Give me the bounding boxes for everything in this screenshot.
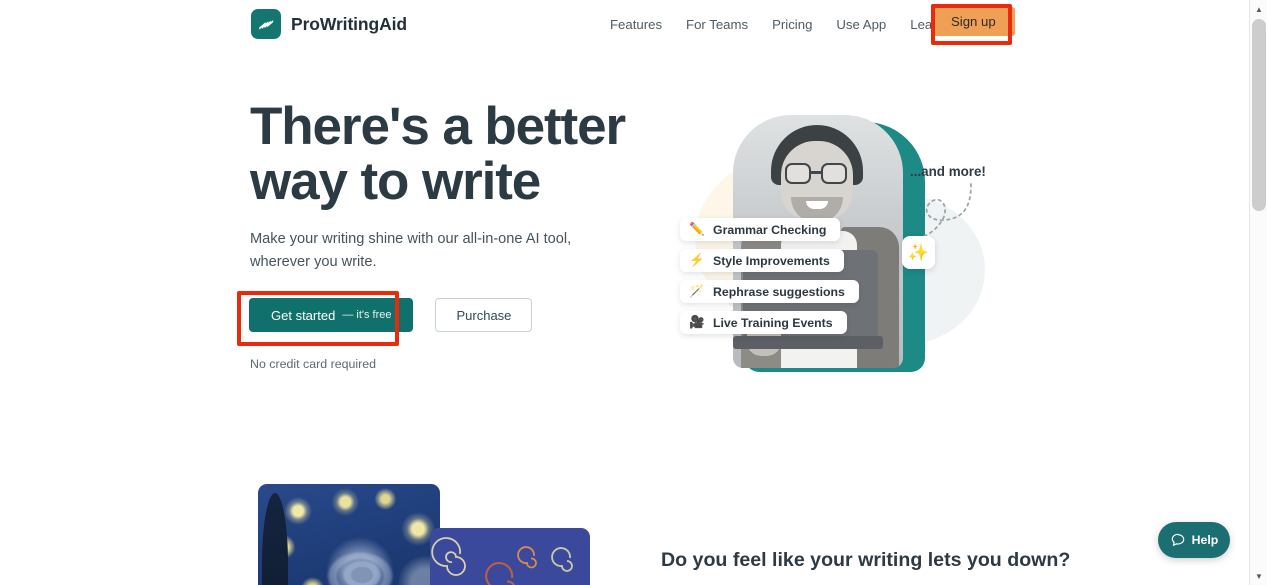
glasses-left-lens [785, 163, 811, 184]
signup-button[interactable]: Sign up [932, 7, 1015, 36]
lightning-icon: ⚡ [689, 253, 705, 267]
dotted-curl-arrow [912, 183, 972, 241]
brand-name: ProWritingAid [291, 13, 408, 34]
nav-item-pricing[interactable]: Pricing [760, 0, 824, 49]
nav-item-for-teams[interactable]: For Teams [674, 0, 760, 49]
signup-button-wrap: Sign up [932, 7, 1015, 36]
scrollbar-thumb[interactable] [1252, 19, 1266, 211]
browser-page: ProWritingAid Features For Teams Pricing… [0, 0, 1267, 585]
page-title: There's a better way to write [250, 97, 626, 212]
feature-pill-live-training-events: 🎥 Live Training Events [680, 311, 847, 334]
vertical-scrollbar[interactable]: ▲ ▼ [1249, 0, 1267, 585]
site-header: ProWritingAid Features For Teams Pricing… [0, 0, 1249, 49]
hero-illustration: ...and more! ✏️✨ ✏️ Grammar Checking ⚡ S… [655, 100, 1015, 375]
section-heading: Do you feel like your writing lets you d… [661, 549, 1071, 571]
feature-pill-label: Live Training Events [713, 315, 833, 330]
sparkle-icon: ✏️✨ [902, 236, 935, 269]
glasses-bridge [811, 171, 821, 174]
feature-pill-style-improvements: ⚡ Style Improvements [680, 249, 844, 272]
scroll-up-arrow-icon[interactable]: ▲ [1250, 0, 1267, 18]
hero-subtitle: Make your writing shine with our all-in-… [250, 231, 572, 271]
starry-night-card [258, 484, 440, 585]
laptop-base [733, 336, 883, 349]
starry-swirl [316, 541, 409, 585]
help-widget-button[interactable]: Help [1158, 522, 1230, 558]
help-label: Help [1191, 533, 1219, 547]
feature-pill-grammar-checking: ✏️ Grammar Checking [680, 218, 841, 241]
book-logo-icon [251, 9, 281, 39]
cta-row: Get started — it's free Purchase [249, 298, 533, 332]
and-more-label: ...and more! [910, 164, 986, 179]
cypress-tree [261, 493, 288, 585]
nav-item-use-app[interactable]: Use App [824, 0, 898, 49]
glasses-right-lens [821, 163, 847, 184]
nav-item-features[interactable]: Features [598, 0, 674, 49]
feature-pill-label: Rephrase suggestions [713, 284, 845, 299]
magic-wand-icon: 🪄 [689, 284, 705, 298]
feature-pill-label: Grammar Checking [713, 222, 827, 237]
get-started-label: Get started [271, 307, 336, 323]
pencil-icon: ✏️ [689, 222, 705, 236]
feature-pill-list: ✏️ Grammar Checking ⚡ Style Improvements… [680, 218, 859, 334]
no-credit-card-note: No credit card required [250, 357, 377, 371]
get-started-suffix: — it's free [342, 309, 392, 321]
feature-pill-rephrase-suggestions: 🪄 Rephrase suggestions [680, 280, 859, 303]
get-started-button[interactable]: Get started — it's free [249, 298, 414, 332]
swirl-pattern [431, 537, 573, 585]
purchase-button[interactable]: Purchase [435, 298, 533, 332]
page-viewport: ProWritingAid Features For Teams Pricing… [0, 0, 1249, 585]
brand-logo[interactable]: ProWritingAid [251, 9, 407, 39]
blue-swirl-card [430, 528, 590, 585]
chat-bubble-icon [1171, 533, 1184, 546]
video-camera-icon: 🎥 [689, 315, 705, 329]
feature-pill-label: Style Improvements [713, 253, 830, 268]
scroll-down-arrow-icon[interactable]: ▼ [1250, 567, 1267, 585]
